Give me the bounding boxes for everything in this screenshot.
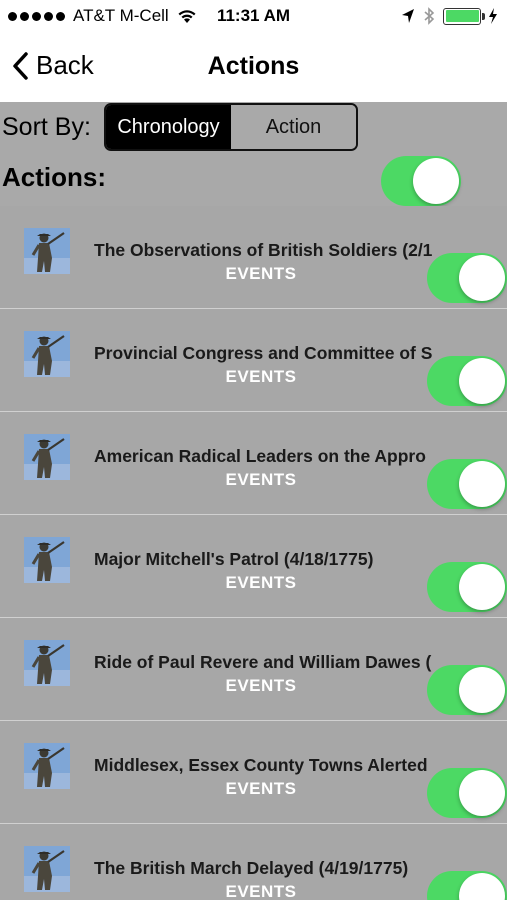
location-arrow-icon [402, 9, 414, 23]
list-item[interactable]: Major Mitchell's Patrol (4/18/1775) EVENT… [0, 515, 507, 618]
list-item-title: Provincial Congress and Committee of S [94, 343, 433, 363]
sort-label: Sort By: [2, 113, 91, 141]
list-item-toggle[interactable] [427, 459, 507, 509]
status-right [401, 7, 497, 25]
toggle-knob [459, 873, 505, 900]
list-item-toggle[interactable] [427, 253, 507, 303]
segment-chronology[interactable]: Chronology [106, 105, 231, 149]
list-item-toggle[interactable] [427, 562, 507, 612]
list-item[interactable]: The Observations of British Soldiers (2/… [0, 206, 507, 309]
battery-fill [445, 10, 479, 22]
list-item-title: Middlesex, Essex County Towns Alerted [94, 755, 428, 775]
toggle-knob [459, 564, 505, 610]
toggle-knob [459, 358, 505, 404]
page-title: Actions [207, 52, 300, 80]
list-item-toggle[interactable] [427, 871, 507, 900]
list-item[interactable]: The British March Delayed (4/19/1775) EVE… [0, 824, 507, 900]
list-item-title: The Observations of British Soldiers (2/… [94, 240, 433, 260]
actions-label: Actions: [2, 162, 106, 192]
actions-header: Actions: [0, 154, 507, 206]
toggle-knob [459, 255, 505, 301]
list-item[interactable]: American Radical Leaders on the Appro EVE… [0, 412, 507, 515]
navigation-bar: Back Actions [0, 34, 507, 102]
toggle-knob [459, 667, 505, 713]
bluetooth-icon [424, 7, 435, 25]
list-item[interactable]: Middlesex, Essex County Towns Alerted EVE… [0, 721, 507, 824]
list-item-toggle[interactable] [427, 665, 507, 715]
battery-icon [443, 7, 485, 25]
toggle-knob [459, 770, 505, 816]
list-item[interactable]: Provincial Congress and Committee of S EV… [0, 309, 507, 412]
list-item-title: Major Mitchell's Patrol (4/18/1775) [94, 549, 374, 569]
list-item[interactable]: Ride of Paul Revere and William Dawes (E… [0, 618, 507, 721]
sort-segmented-control[interactable]: Chronology Action [104, 103, 358, 151]
toggle-knob [413, 158, 459, 204]
status-bar: AT&T M-Cell 11:31 AM [0, 0, 507, 34]
list-item-toggle[interactable] [427, 768, 507, 818]
list-item-title: Ride of Paul Revere and William Dawes ( [94, 652, 432, 672]
list-item-toggle[interactable] [427, 356, 507, 406]
list-item-title: The British March Delayed (4/19/1775) [94, 858, 409, 878]
segment-action[interactable]: Action [231, 105, 356, 149]
all-actions-toggle[interactable] [381, 156, 461, 206]
charging-bolt-icon [489, 8, 497, 24]
actions-list: The Observations of British Soldiers (2/… [0, 206, 507, 900]
list-item-title: American Radical Leaders on the Appro [94, 446, 426, 466]
toggle-knob [459, 461, 505, 507]
